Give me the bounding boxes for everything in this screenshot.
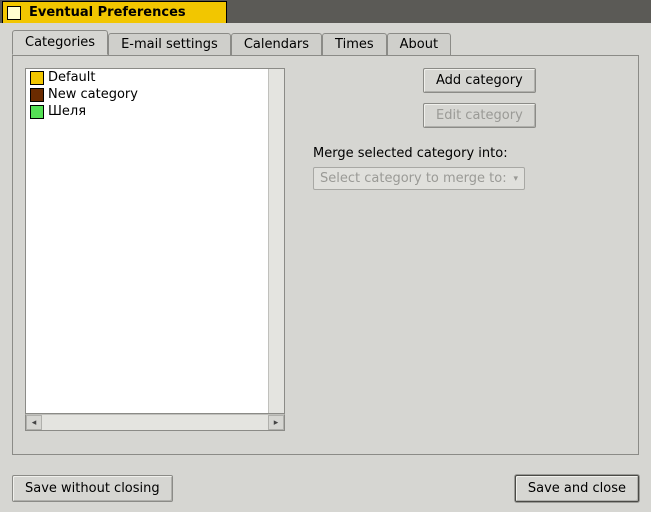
tab-about[interactable]: About xyxy=(387,33,451,56)
window-body: Categories E-mail settings Calendars Tim… xyxy=(0,23,651,512)
tab-row: Categories E-mail settings Calendars Tim… xyxy=(0,23,651,55)
tab-calendars[interactable]: Calendars xyxy=(231,33,322,56)
titlebar-inner: Eventual Preferences xyxy=(2,1,227,24)
scroll-right-icon[interactable]: ▸ xyxy=(268,415,284,430)
list-item-label: Default xyxy=(48,70,96,85)
horizontal-scrollbar[interactable]: ◂ ▸ xyxy=(25,414,285,431)
list-item-label: Шеля xyxy=(48,104,86,119)
categories-listbox[interactable]: Default New category Шеля xyxy=(25,68,285,414)
add-category-button[interactable]: Add category xyxy=(423,68,536,93)
list-item[interactable]: Шеля xyxy=(26,103,268,120)
categories-list-scroll[interactable]: Default New category Шеля xyxy=(26,69,268,413)
list-item[interactable]: New category xyxy=(26,86,268,103)
window-title: Eventual Preferences xyxy=(29,5,186,20)
titlebar: Eventual Preferences xyxy=(0,0,651,23)
vertical-scrollbar[interactable] xyxy=(268,69,284,413)
color-swatch-icon xyxy=(30,88,44,102)
chevron-down-icon: ▾ xyxy=(513,174,518,184)
color-swatch-icon xyxy=(30,71,44,85)
color-swatch-icon xyxy=(30,105,44,119)
bottom-bar: Save without closing Save and close xyxy=(12,475,639,502)
merge-label: Merge selected category into: xyxy=(313,146,508,161)
tab-times[interactable]: Times xyxy=(322,33,387,56)
app-icon xyxy=(7,6,21,20)
scroll-left-icon[interactable]: ◂ xyxy=(26,415,42,430)
tab-categories[interactable]: Categories xyxy=(12,30,108,55)
merge-category-dropdown: Select category to merge to: ▾ xyxy=(313,167,525,190)
edit-category-button: Edit category xyxy=(423,103,536,128)
list-item[interactable]: Default xyxy=(26,69,268,86)
list-item-label: New category xyxy=(48,87,138,102)
add-edit-button-group: Add category Edit category xyxy=(423,68,536,138)
tab-panel-categories: Default New category Шеля ◂ ▸ xyxy=(12,55,639,455)
categories-right-column: Add category Edit category Merge selecte… xyxy=(285,68,626,442)
save-and-close-button[interactable]: Save and close xyxy=(515,475,639,502)
save-without-closing-button[interactable]: Save without closing xyxy=(12,475,173,502)
categories-left-column: Default New category Шеля ◂ ▸ xyxy=(25,68,285,442)
tab-email-settings[interactable]: E-mail settings xyxy=(108,33,231,56)
merge-dropdown-text: Select category to merge to: xyxy=(320,171,507,186)
